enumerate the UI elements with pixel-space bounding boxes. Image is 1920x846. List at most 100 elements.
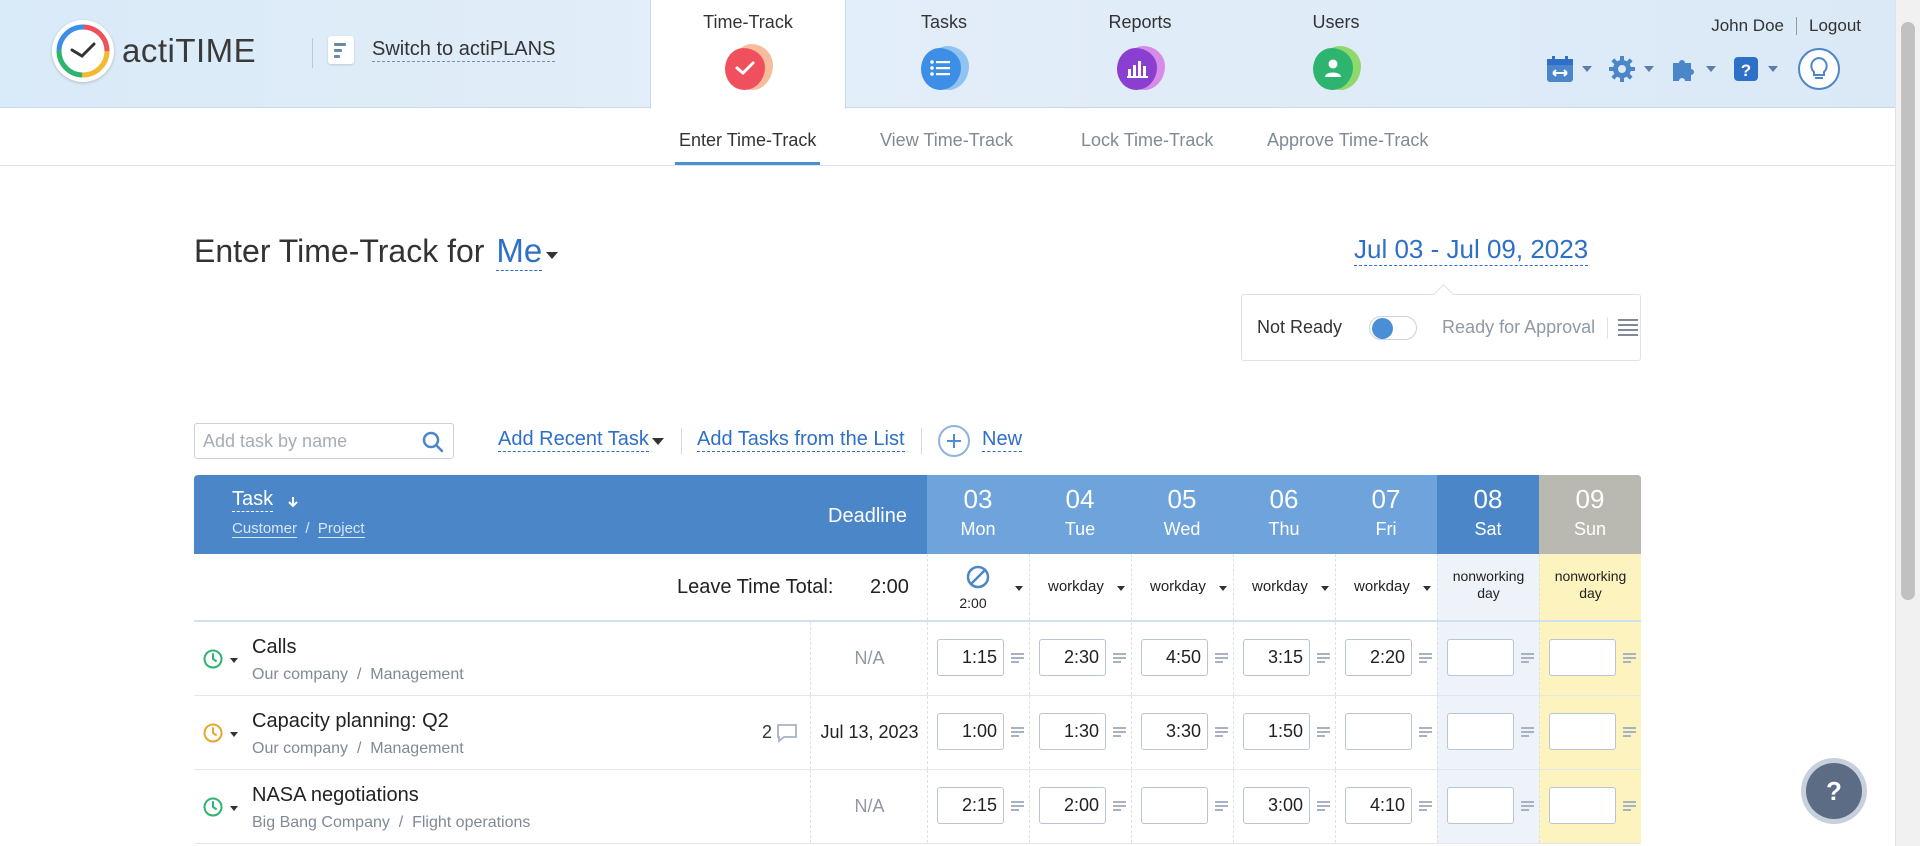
day-type-label[interactable]: workday: [1048, 578, 1104, 595]
chevron-down-icon[interactable]: [230, 806, 238, 811]
addons-menu[interactable]: [1668, 53, 1716, 85]
tab-enter-time-track[interactable]: Enter Time-Track: [674, 130, 821, 165]
time-input[interactable]: [1243, 639, 1310, 676]
time-input[interactable]: [1549, 787, 1616, 824]
actitime-logo[interactable]: actiTIME: [52, 20, 256, 82]
time-input[interactable]: [1039, 639, 1106, 676]
task-status-clock-icon[interactable]: [202, 722, 224, 744]
time-input[interactable]: [937, 713, 1004, 750]
day-type-fri[interactable]: workday: [1335, 554, 1437, 620]
comment-lines-icon[interactable]: [1113, 727, 1126, 737]
comment-lines-icon[interactable]: [1317, 801, 1330, 811]
time-input[interactable]: [1345, 639, 1412, 676]
comment-lines-icon[interactable]: [1419, 727, 1432, 737]
time-input[interactable]: [1141, 639, 1208, 676]
comment-lines-icon[interactable]: [1521, 801, 1534, 811]
chevron-down-icon[interactable]: [1321, 586, 1329, 591]
tab-approve-time-track[interactable]: Approve Time-Track: [1267, 130, 1428, 151]
sort-by-project[interactable]: Project: [317, 520, 365, 538]
day-type-label[interactable]: workday: [1252, 578, 1308, 595]
lightbulb-icon[interactable]: [1798, 48, 1840, 90]
chevron-down-icon[interactable]: [1219, 586, 1227, 591]
time-input[interactable]: [937, 639, 1004, 676]
comment-lines-icon[interactable]: [1215, 653, 1228, 663]
time-input[interactable]: [1141, 787, 1208, 824]
chevron-down-icon[interactable]: [1423, 586, 1431, 591]
comment-lines-icon[interactable]: [1317, 727, 1330, 737]
day-type-wed[interactable]: workday: [1131, 554, 1233, 620]
day-type-tue[interactable]: workday: [1029, 554, 1131, 620]
add-task-input[interactable]: [203, 428, 413, 454]
time-input[interactable]: [1447, 639, 1514, 676]
day-type-thu[interactable]: workday: [1233, 554, 1335, 620]
time-input[interactable]: [1447, 713, 1514, 750]
comment-lines-icon[interactable]: [1011, 653, 1024, 663]
task-name[interactable]: Capacity planning: Q2: [252, 710, 449, 733]
chevron-down-icon[interactable]: [546, 252, 559, 259]
time-input[interactable]: [1345, 787, 1412, 824]
day-type-mon[interactable]: 2:00: [927, 554, 1029, 620]
chevron-down-icon[interactable]: [1015, 586, 1023, 591]
help-chat-button[interactable]: ?: [1806, 763, 1862, 819]
comment-lines-icon[interactable]: [1215, 801, 1228, 811]
list-icon[interactable]: [1618, 319, 1639, 336]
tab-view-time-track[interactable]: View Time-Track: [880, 130, 1013, 151]
sort-by-task[interactable]: Task: [232, 488, 274, 512]
time-input[interactable]: [1549, 713, 1616, 750]
tab-lock-time-track[interactable]: Lock Time-Track: [1081, 130, 1213, 151]
chevron-down-icon[interactable]: [652, 438, 664, 445]
switch-to-actiplans-link[interactable]: Switch to actiPLANS: [328, 36, 556, 64]
comment-lines-icon[interactable]: [1521, 653, 1534, 663]
time-input[interactable]: [1447, 787, 1514, 824]
ready-for-approval-toggle[interactable]: [1369, 315, 1418, 340]
comment-lines-icon[interactable]: [1419, 653, 1432, 663]
comment-lines-icon[interactable]: [1623, 801, 1636, 811]
comment-lines-icon[interactable]: [1317, 653, 1330, 663]
settings-menu[interactable]: [1606, 53, 1654, 85]
module-time-track[interactable]: Time-Track: [650, 0, 846, 109]
comment-lines-icon[interactable]: [1113, 653, 1126, 663]
chevron-down-icon[interactable]: [230, 658, 238, 663]
plus-icon[interactable]: [938, 425, 970, 457]
add-recent-task-button[interactable]: Add Recent Task: [498, 428, 649, 452]
comment-lines-icon[interactable]: [1419, 801, 1432, 811]
time-input[interactable]: [937, 787, 1004, 824]
vertical-scrollbar[interactable]: [1895, 0, 1920, 846]
user-selector[interactable]: Me: [496, 232, 543, 271]
task-status-clock-icon[interactable]: [202, 796, 224, 818]
comments-count[interactable]: 2: [762, 722, 798, 743]
module-tasks[interactable]: Tasks: [846, 0, 1042, 108]
time-input[interactable]: [1345, 713, 1412, 750]
new-task-button[interactable]: New: [982, 428, 1023, 452]
time-input[interactable]: [1039, 787, 1106, 824]
task-name[interactable]: Calls: [252, 636, 296, 659]
calendar-menu[interactable]: [1544, 53, 1592, 85]
date-range-picker[interactable]: Jul 03 - Jul 09, 2023: [1354, 234, 1589, 266]
logout-link[interactable]: Logout: [1809, 16, 1861, 36]
time-input[interactable]: [1039, 713, 1106, 750]
task-name[interactable]: NASA negotiations: [252, 784, 419, 807]
day-type-label[interactable]: workday: [1150, 578, 1206, 595]
time-input[interactable]: [1243, 787, 1310, 824]
comment-lines-icon[interactable]: [1521, 727, 1534, 737]
time-input[interactable]: [1549, 639, 1616, 676]
comment-lines-icon[interactable]: [1215, 727, 1228, 737]
search-icon[interactable]: [421, 430, 445, 454]
comment-lines-icon[interactable]: [1011, 801, 1024, 811]
user-name[interactable]: John Doe: [1711, 16, 1784, 36]
task-status-clock-icon[interactable]: [202, 648, 224, 670]
day-type-label[interactable]: workday: [1354, 578, 1410, 595]
chevron-down-icon[interactable]: [230, 732, 238, 737]
time-input[interactable]: [1243, 713, 1310, 750]
scrollbar-thumb[interactable]: [1901, 22, 1915, 600]
time-input[interactable]: [1141, 713, 1208, 750]
add-tasks-from-list-button[interactable]: Add Tasks from the List: [697, 428, 905, 452]
module-users[interactable]: Users: [1238, 0, 1434, 108]
help-menu[interactable]: ?: [1730, 53, 1778, 85]
comment-lines-icon[interactable]: [1623, 653, 1636, 663]
comment-lines-icon[interactable]: [1011, 727, 1024, 737]
comment-lines-icon[interactable]: [1623, 727, 1636, 737]
module-reports[interactable]: Reports: [1042, 0, 1238, 108]
chevron-down-icon[interactable]: [1117, 586, 1125, 591]
sort-by-customer[interactable]: Customer: [232, 520, 298, 538]
